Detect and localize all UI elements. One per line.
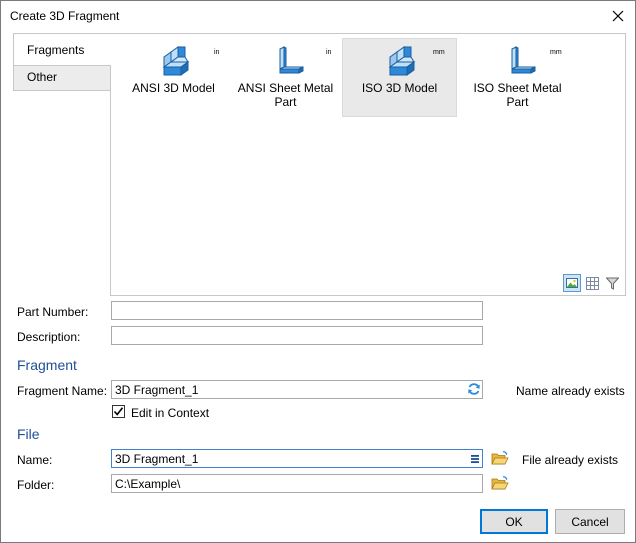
browse-folder-button[interactable] [491,475,509,491]
folder-input[interactable] [111,474,483,493]
file-name-input[interactable] [111,449,483,468]
list-menu-icon [471,455,479,463]
title-bar: Create 3D Fragment [1,1,635,31]
gallery-item-label: ANSI 3D Model [132,81,215,95]
checkmark-icon [113,407,124,416]
file-name-status: File already exists [522,453,619,467]
open-folder-icon [491,475,509,489]
solid-block-icon [388,46,416,76]
fragment-gallery: in ANSI 3D Model in ANSI Sheet Metal Par… [110,33,626,296]
fragment-section-heading: Fragment [17,357,77,373]
unit-badge: mm [550,49,562,56]
tab-fragments-label: Fragments [27,43,85,57]
browse-file-button[interactable] [491,450,509,466]
grid-view-button[interactable] [583,274,601,292]
description-label: Description: [17,330,81,344]
gallery-item-iso-sheet-metal-part[interactable]: mm ISO Sheet Metal Part [461,39,574,116]
tab-fragments[interactable]: Fragments [13,33,111,66]
gallery-item-label: ISO 3D Model [361,81,438,95]
part-number-input[interactable] [111,301,483,320]
create-3d-fragment-dialog: Create 3D Fragment Fragments Other in AN… [0,0,636,543]
open-folder-icon [491,450,509,464]
sheet-metal-icon [511,46,536,74]
gallery-item-label: ISO Sheet Metal Part [473,81,562,109]
filter-icon [605,277,619,290]
edit-in-context-label: Edit in Context [131,406,210,420]
part-number-label: Part Number: [17,305,89,319]
gallery-item-label: ANSI Sheet Metal Part [237,81,334,109]
cancel-button[interactable]: Cancel [555,509,625,534]
unit-badge: in [326,49,332,56]
close-icon [612,10,624,22]
file-name-label: Name: [17,453,53,467]
ok-button[interactable]: OK [480,509,548,534]
filter-button[interactable] [603,274,621,292]
file-section-heading: File [17,426,40,442]
solid-block-icon [162,46,190,76]
file-name-menu-button[interactable] [467,451,483,467]
image-view-button[interactable] [563,274,581,292]
folder-label: Folder: [17,478,55,492]
fragment-name-label: Fragment Name: [17,384,108,398]
regenerate-name-button[interactable] [466,381,482,397]
fragment-name-status: Name already exists [516,384,625,398]
gallery-item-ansi-3d-model[interactable]: in ANSI 3D Model [117,39,230,116]
unit-badge: in [214,49,220,56]
description-input[interactable] [111,326,483,345]
fragment-name-input[interactable] [111,380,483,399]
sheet-metal-icon [279,46,304,74]
refresh-icon [468,383,480,395]
grid-view-icon [585,276,599,290]
gallery-item-iso-3d-model[interactable]: mm ISO 3D Model [342,38,457,117]
edit-in-context-checkbox[interactable] [112,405,125,418]
tab-other-label: Other [27,70,58,84]
gallery-item-ansi-sheet-metal-part[interactable]: in ANSI Sheet Metal Part [229,39,342,116]
tab-other[interactable]: Other [13,64,112,91]
unit-badge: mm [433,49,445,56]
image-view-icon [566,278,578,288]
window-title: Create 3D Fragment [10,9,120,23]
close-button[interactable] [607,5,629,27]
